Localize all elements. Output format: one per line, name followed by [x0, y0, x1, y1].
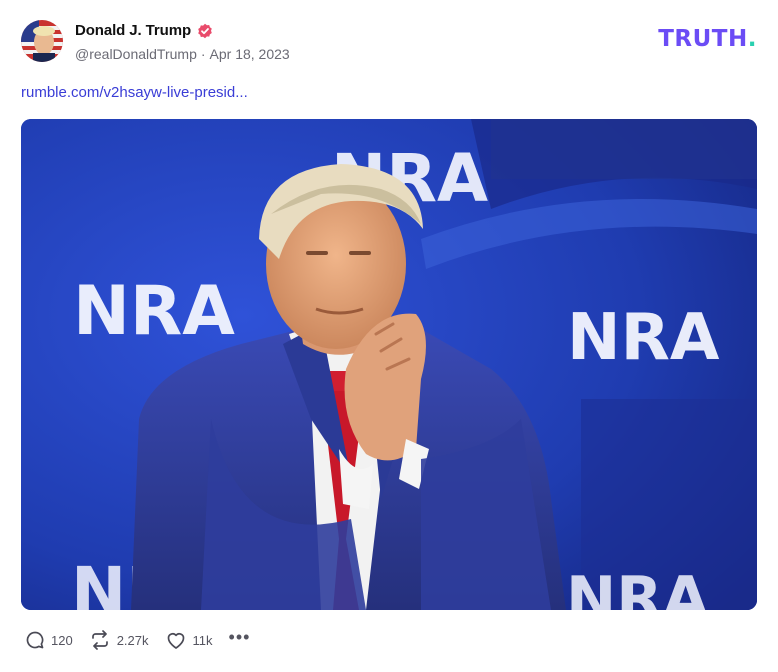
- post-meta: @realDonaldTrump · Apr 18, 2023: [75, 46, 290, 62]
- post-actions: 120 2.27k 11k •••: [25, 628, 251, 650]
- logo-text: TRUTH: [658, 26, 748, 52]
- nra-sign-bottom-right: NRA: [566, 564, 709, 610]
- reply-button[interactable]: 120: [25, 630, 73, 650]
- heart-icon: [165, 630, 187, 650]
- verified-badge-icon: [197, 23, 213, 39]
- retruth-icon: [89, 630, 111, 650]
- author-handle[interactable]: @realDonaldTrump: [75, 46, 197, 62]
- logo-dot: .: [747, 26, 757, 52]
- like-button[interactable]: 11k: [165, 630, 213, 650]
- truth-post: Donald J. Trump @realDonaldTrump · Apr 1…: [0, 0, 778, 672]
- reply-count: 120: [51, 632, 73, 648]
- author-avatar[interactable]: [21, 20, 63, 62]
- nra-sign-right: NRA: [567, 301, 720, 375]
- meta-separator: ·: [200, 46, 206, 62]
- retruth-count: 2.27k: [116, 632, 149, 648]
- retruth-button[interactable]: 2.27k: [89, 630, 149, 650]
- nra-sign-left: NRA: [73, 272, 235, 351]
- truth-social-logo[interactable]: TRUTH.: [658, 28, 757, 51]
- author-name-row: Donald J. Trump: [75, 22, 213, 39]
- author-name[interactable]: Donald J. Trump: [75, 22, 191, 39]
- post-date[interactable]: Apr 18, 2023: [210, 46, 290, 62]
- more-options-icon[interactable]: •••: [229, 628, 251, 646]
- post-image[interactable]: NRA NRA NRA NRA NRA: [21, 119, 757, 610]
- like-count: 11k: [192, 632, 213, 648]
- post-link[interactable]: rumble.com/v2hsayw-live-presid...: [21, 84, 248, 101]
- reply-icon: [25, 630, 45, 650]
